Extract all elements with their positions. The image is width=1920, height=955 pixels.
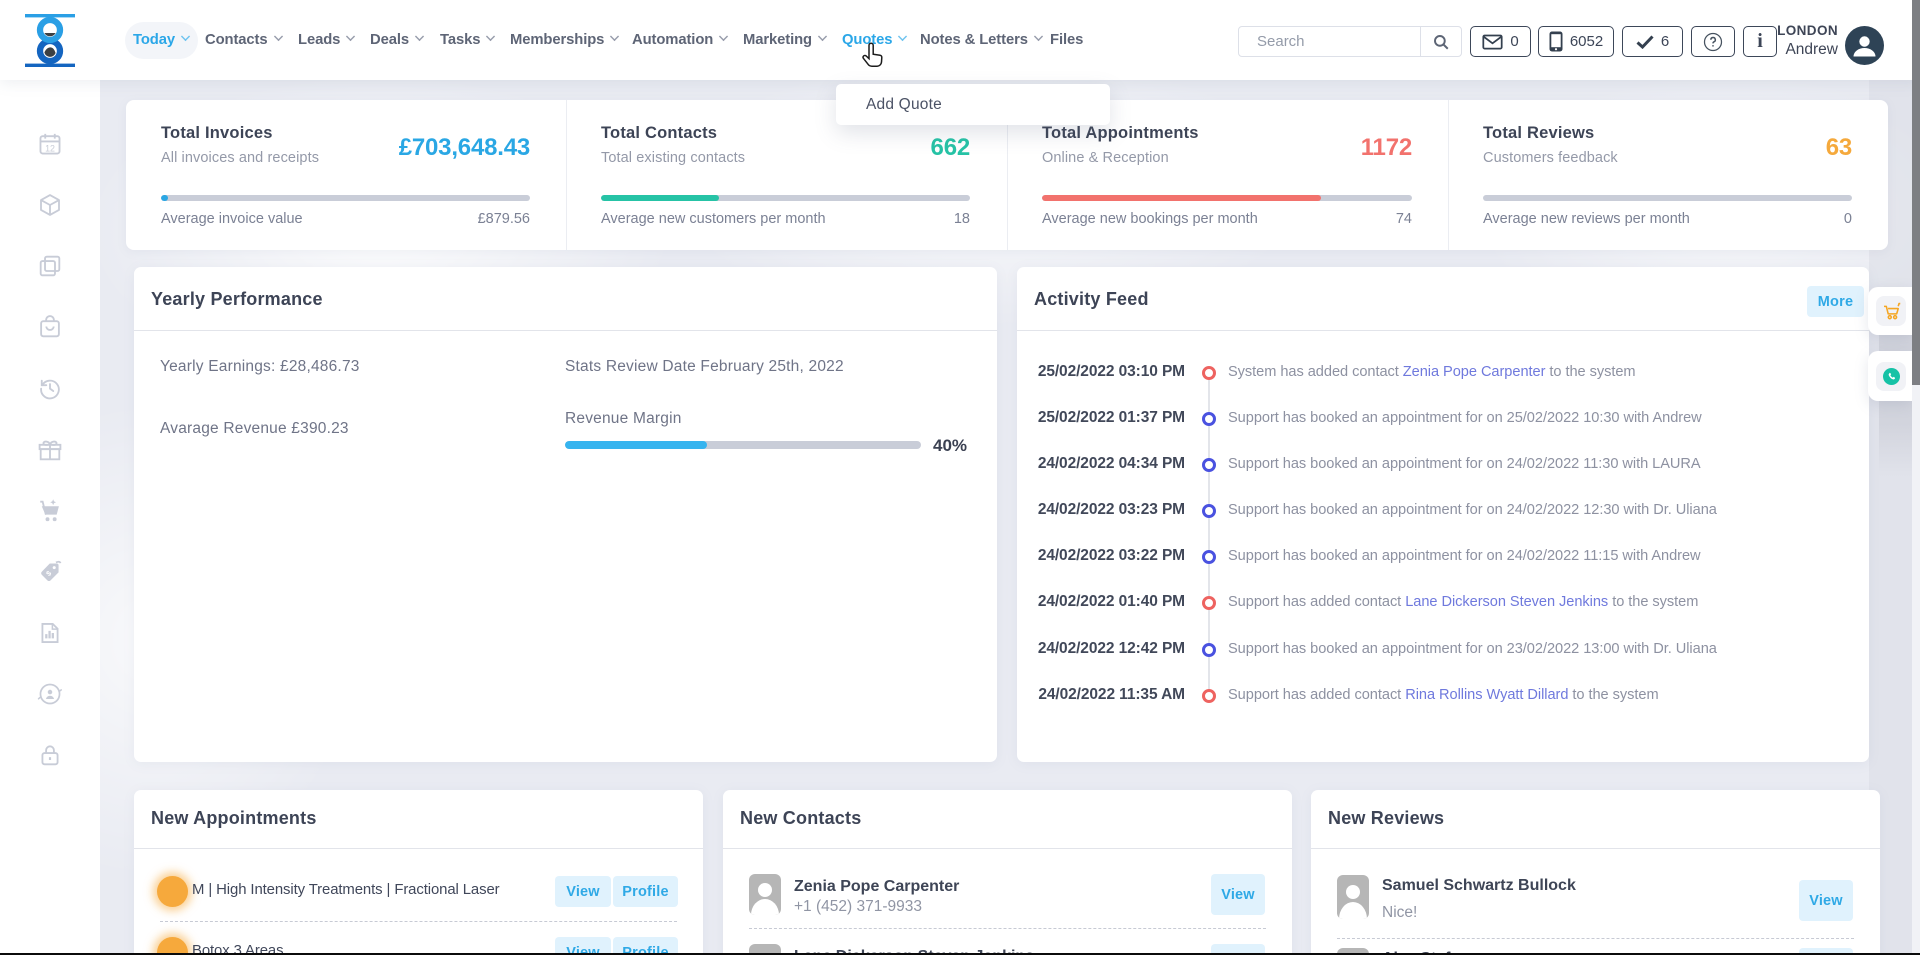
svg-text:12: 12 — [45, 143, 55, 153]
